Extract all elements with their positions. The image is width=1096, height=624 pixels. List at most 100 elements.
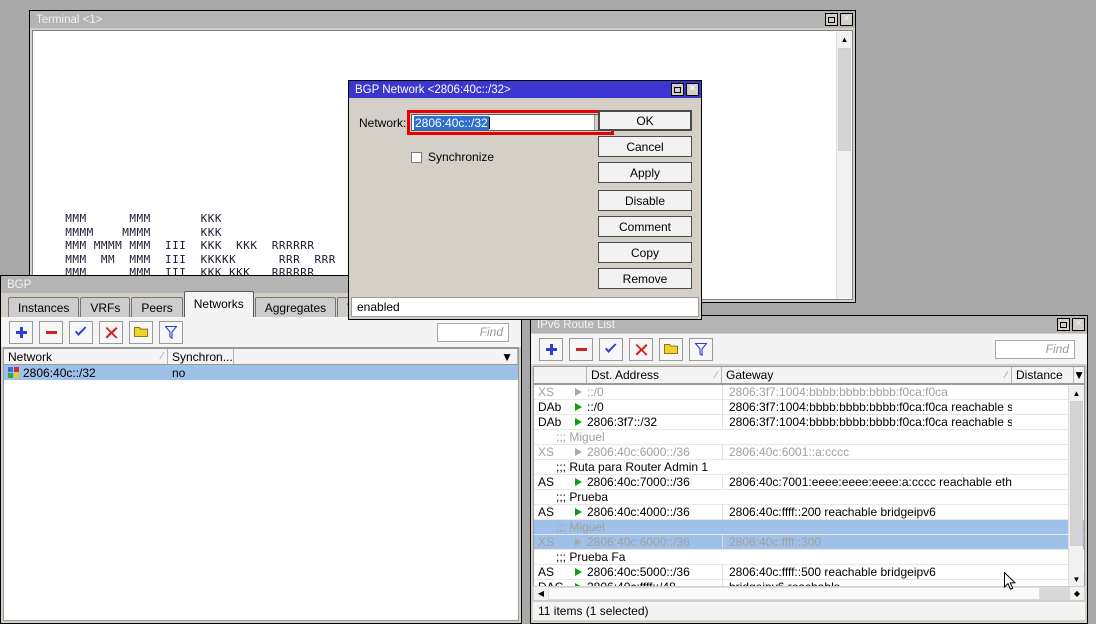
scroll-down-icon[interactable]: ▼ bbox=[1069, 572, 1084, 586]
scroll-up-icon[interactable]: ▲ bbox=[1069, 386, 1084, 400]
terminal-titlebar[interactable]: Terminal <1> ✕ bbox=[30, 11, 855, 28]
row-synchronize-value: no bbox=[168, 366, 234, 380]
route-row[interactable]: AS2806:40c:4000::/362806:40c:ffff::200 r… bbox=[534, 505, 1084, 520]
column-dst-address[interactable]: Dst. Address∕ bbox=[587, 367, 722, 383]
close-icon[interactable]: ✕ bbox=[1072, 318, 1085, 331]
enable-button[interactable] bbox=[599, 338, 623, 361]
disable-button[interactable] bbox=[99, 321, 123, 344]
route-rows-container: XS::/02806:3f7:1004:bbbb:bbbb:bbbb:f0ca:… bbox=[534, 385, 1084, 588]
remove-button[interactable] bbox=[39, 321, 63, 344]
add-button[interactable] bbox=[539, 338, 563, 361]
comment-button[interactable] bbox=[659, 338, 683, 361]
route-row[interactable]: DAb::/02806:3f7:1004:bbbb:bbbb:bbbb:f0ca… bbox=[534, 400, 1084, 415]
ipv6-horizontal-scrollbar[interactable]: ◀ ◆ bbox=[533, 586, 1085, 601]
route-comment-row[interactable]: ;;; Prueba bbox=[534, 490, 1084, 505]
copy-button[interactable]: Copy bbox=[598, 242, 692, 263]
remove-button[interactable]: Remove bbox=[598, 268, 692, 289]
tab-instances[interactable]: Instances bbox=[8, 297, 79, 319]
bgp-window[interactable]: BGP Instances VRFs Peers Networks Aggreg… bbox=[0, 275, 522, 624]
close-icon[interactable]: ✕ bbox=[840, 13, 853, 26]
route-dst-address: 2806:40c:6000::/36 bbox=[587, 445, 722, 459]
maximize-icon[interactable] bbox=[1057, 318, 1070, 331]
route-dst-address: 2806:40c:7000::/36 bbox=[587, 475, 722, 489]
bgp-network-dialog[interactable]: BGP Network <2806:40c::/32> ✕ Network: 2… bbox=[348, 80, 702, 320]
route-row[interactable]: DAb2806:3f7::/322806:3f7:1004:bbbb:bbbb:… bbox=[534, 415, 1084, 430]
route-status-arrow-icon bbox=[569, 478, 587, 486]
dialog-titlebar[interactable]: BGP Network <2806:40c::/32> ✕ bbox=[349, 81, 701, 98]
route-status-arrow-icon bbox=[569, 403, 587, 411]
synchronize-checkbox[interactable] bbox=[411, 152, 422, 163]
route-comment-text: ;;; Prueba bbox=[534, 490, 608, 504]
comment-button[interactable] bbox=[129, 321, 153, 344]
route-row[interactable]: AS2806:40c:7000::/362806:40c:7001:eeee:e… bbox=[534, 475, 1084, 490]
maximize-icon[interactable] bbox=[825, 13, 838, 26]
scroll-up-icon[interactable]: ▲ bbox=[837, 32, 852, 46]
route-flags: XS bbox=[534, 445, 569, 459]
terminal-vertical-scrollbar[interactable]: ▲ bbox=[836, 32, 851, 298]
terminal-title: Terminal <1> bbox=[36, 14, 823, 26]
column-menu-button[interactable]: ▼ bbox=[1074, 367, 1084, 383]
cancel-button[interactable]: Cancel bbox=[598, 136, 692, 157]
route-comment-row[interactable]: ;;; Ruta para Router Admin 1 bbox=[534, 460, 1084, 475]
route-status-arrow-icon bbox=[569, 568, 587, 576]
comment-button[interactable]: Comment bbox=[598, 216, 692, 237]
close-icon[interactable]: ✕ bbox=[686, 83, 699, 96]
column-distance[interactable]: Distance bbox=[1012, 367, 1074, 383]
scroll-right-icon[interactable]: ◆ bbox=[1070, 587, 1084, 600]
scroll-left-icon[interactable]: ◀ bbox=[534, 587, 548, 600]
tab-peers[interactable]: Peers bbox=[131, 297, 182, 319]
ipv6-table-header-wrap: Dst. Address∕ Gateway∕ Distance ▼ bbox=[533, 366, 1085, 384]
tab-networks[interactable]: Networks bbox=[184, 291, 254, 317]
apply-button[interactable]: Apply bbox=[598, 162, 692, 183]
column-gateway[interactable]: Gateway∕ bbox=[722, 367, 1012, 383]
route-dst-address: 2806:3f7::/32 bbox=[587, 415, 722, 429]
route-dst-address: 2806:40c:5000::/36 bbox=[587, 565, 722, 579]
route-comment-row[interactable]: ;;; Miguel bbox=[534, 520, 1084, 535]
route-row[interactable]: XS2806:40c:6000::/362806:40c:ffff::300 bbox=[534, 535, 1084, 550]
hscroll-track[interactable] bbox=[1040, 587, 1070, 600]
route-row[interactable]: XS 2806:40c:6000::/362806:40c:6001::a:ccc… bbox=[534, 445, 1084, 460]
remove-button[interactable] bbox=[569, 338, 593, 361]
ok-button[interactable]: OK bbox=[598, 110, 692, 131]
ipv6-table-header: Dst. Address∕ Gateway∕ Distance ▼ bbox=[533, 366, 1085, 384]
ipv6-route-table[interactable]: XS::/02806:3f7:1004:bbbb:bbbb:bbbb:f0ca:… bbox=[533, 384, 1085, 588]
column-synchronize[interactable]: Synchron... bbox=[168, 349, 234, 364]
bgp-find-input[interactable]: Find bbox=[437, 323, 509, 342]
filter-button[interactable] bbox=[159, 321, 183, 344]
bgp-networks-table[interactable]: Network∕ Synchron... ▼ 2806:40c::/32 no bbox=[3, 347, 519, 621]
column-menu-button[interactable]: ▼ bbox=[234, 349, 518, 364]
route-row[interactable]: AS2806:40c:5000::/362806:40c:ffff::500 r… bbox=[534, 565, 1084, 580]
ipv6-toolbar[interactable]: Find bbox=[531, 334, 1087, 364]
network-entry-icon bbox=[8, 367, 19, 378]
disable-button[interactable] bbox=[629, 338, 653, 361]
route-dst-address: 2806:40c:6000::/36 bbox=[587, 535, 722, 549]
disable-button[interactable]: Disable bbox=[598, 190, 692, 211]
column-network[interactable]: Network∕ bbox=[4, 349, 168, 364]
hscroll-thumb[interactable] bbox=[548, 587, 1040, 600]
bgp-toolbar[interactable]: Find bbox=[1, 317, 521, 347]
enable-button[interactable] bbox=[69, 321, 93, 344]
tab-vrfs[interactable]: VRFs bbox=[80, 297, 130, 319]
network-label: Network: bbox=[359, 116, 407, 130]
route-row[interactable]: XS::/02806:3f7:1004:bbbb:bbbb:bbbb:f0ca:… bbox=[534, 385, 1084, 400]
synchronize-checkbox-row[interactable]: Synchronize bbox=[411, 150, 494, 164]
route-dst-address: ::/0 bbox=[587, 400, 722, 414]
add-button[interactable] bbox=[9, 321, 33, 344]
scroll-thumb[interactable] bbox=[1070, 401, 1083, 546]
scroll-thumb[interactable] bbox=[838, 48, 851, 151]
route-gateway: 2806:40c:6001::a:cccc bbox=[722, 445, 1012, 459]
maximize-icon[interactable] bbox=[671, 83, 684, 96]
route-status-arrow-icon bbox=[569, 508, 587, 516]
route-comment-row[interactable]: ;;; Miguel bbox=[534, 430, 1084, 445]
tab-aggregates[interactable]: Aggregates bbox=[255, 297, 336, 319]
route-comment-row[interactable]: ;;; Prueba Fa bbox=[534, 550, 1084, 565]
ipv6-route-list-window[interactable]: IPv6 Route List ✕ Find Dst. Address∕ bbox=[530, 315, 1088, 624]
dialog-status-bar: enabled bbox=[351, 297, 699, 317]
network-input[interactable]: 2806:40c::/32 bbox=[411, 114, 610, 131]
route-flags: XS bbox=[534, 385, 569, 399]
ipv6-find-input[interactable]: Find bbox=[995, 340, 1075, 359]
route-gateway: 2806:3f7:1004:bbbb:bbbb:bbbb:f0ca:f0ca r… bbox=[722, 415, 1012, 429]
table-row[interactable]: 2806:40c::/32 no bbox=[4, 365, 518, 380]
ipv6-vertical-scrollbar[interactable]: ▲ ▼ bbox=[1068, 386, 1083, 586]
filter-button[interactable] bbox=[689, 338, 713, 361]
